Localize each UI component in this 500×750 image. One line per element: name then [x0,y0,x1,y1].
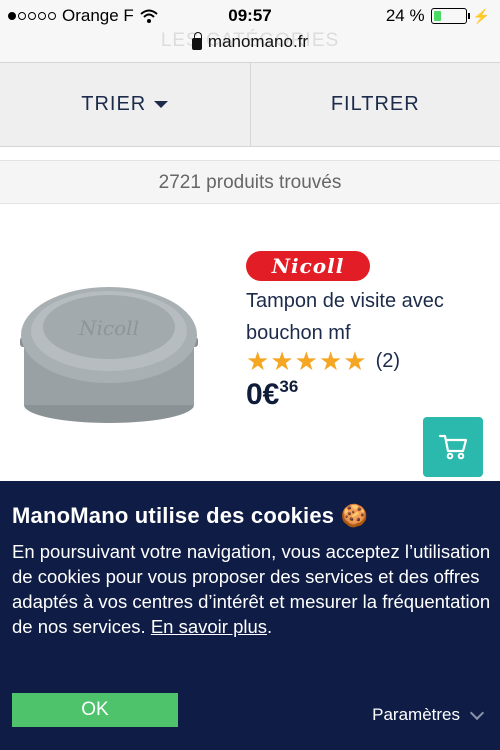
charging-icon: ⚡ [472,7,490,24]
chevron-down-icon [469,705,485,721]
caret-down-icon [154,101,169,108]
product-card[interactable]: Nicoll Nicoll Tampon de visite avec bouc… [0,205,500,480]
star-icon: ★ [343,346,367,376]
review-count: (2) [375,349,401,372]
price-main: 0€ [246,378,280,411]
rating: ★ ★ ★ ★ ★ (2) [246,348,400,374]
add-to-cart-button[interactable] [423,417,483,477]
browser-url-bar[interactable]: LES CATÉGORIES manomano.fr [0,30,500,62]
svg-text:Nicoll: Nicoll [78,316,139,340]
filter-label: FILTRER [330,93,420,115]
battery-level [433,11,441,21]
price: 0€36 [246,377,298,412]
period: . [267,616,273,637]
star-icon: ★ [270,346,294,376]
url-text: manomano.fr [207,32,309,51]
brand-logo: Nicoll [246,251,370,281]
sort-button[interactable]: TRIER [0,63,251,146]
settings-label: Paramètres [372,705,460,724]
cookie-title: ManoMano utilise des cookies 🍪 [12,503,369,528]
cart-icon [438,434,468,460]
sort-filter-toolbar: TRIER FILTRER [0,62,500,147]
cookie-text-block: En poursuivant votre navigation, vous ac… [12,539,492,639]
lock-icon [191,31,202,50]
cookie-banner: ManoMano utilise des cookies 🍪 En poursu… [0,481,500,750]
ok-button[interactable]: OK [12,693,178,727]
settings-button[interactable]: Paramètres [372,705,485,725]
price-cents: 36 [279,377,299,396]
results-count: 2721 produits trouvés [0,160,500,204]
status-bar: Orange F 09:57 24 % ⚡ [0,0,500,32]
status-right: 24 % ⚡ [386,6,490,26]
learn-more-link[interactable]: En savoir plus [151,616,267,637]
url-display[interactable]: manomano.fr [0,31,500,52]
star-icon: ★ [294,346,318,376]
product-title[interactable]: Tampon de visite avec bouchon mf [246,285,446,349]
star-icon: ★ [246,346,270,376]
product-image[interactable]: Nicoll [14,277,204,427]
filter-button[interactable]: FILTRER [251,63,500,146]
star-icon: ★ [318,346,343,376]
battery-icon [430,8,470,24]
sort-label: TRIER [81,93,147,115]
battery-percent: 24 % [385,6,425,25]
